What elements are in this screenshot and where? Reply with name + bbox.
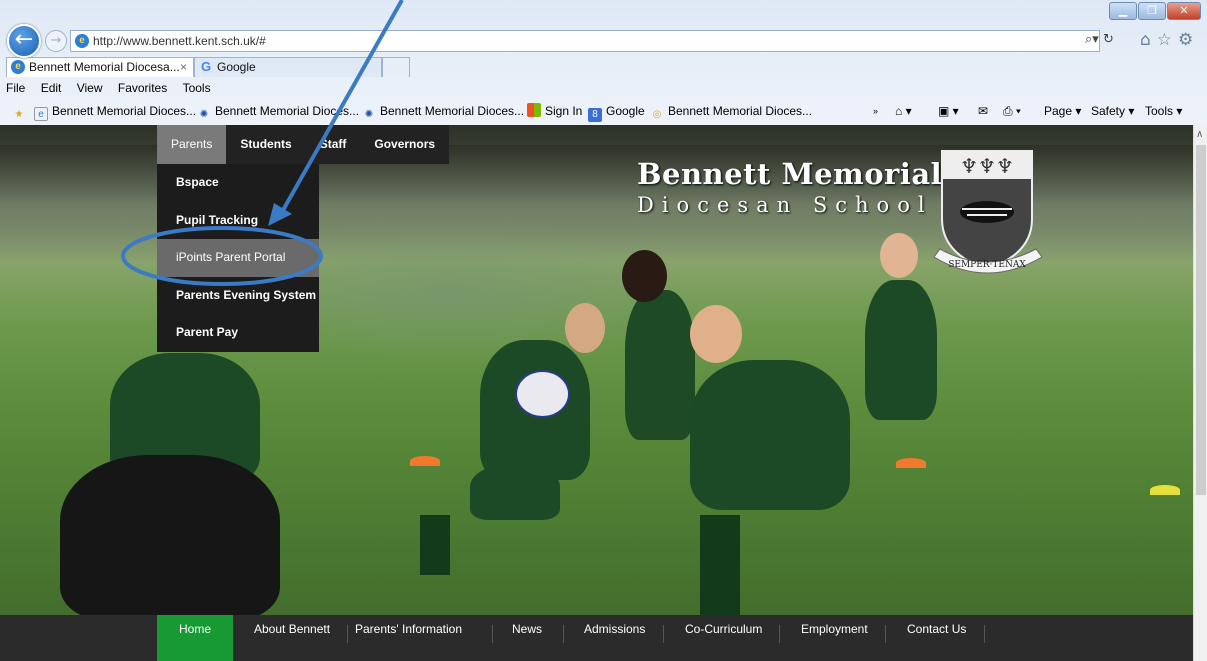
back-button[interactable]: ← [7,24,41,58]
school-crest-logo: ♆♆♆ SEMPER·TENAX [933,150,1043,274]
parents-dropdown: Bspace Pupil Tracking iPoints Parent Por… [157,164,319,352]
ie-tab-icon: e [11,60,25,74]
favorite-link-1[interactable]: e Bennett Memorial Dioces... [34,100,196,122]
main-nav: Parents Students Staff Governors [157,125,450,164]
page-scrollbar[interactable]: ∧ [1193,125,1207,661]
favorite-google[interactable]: 8 Google [588,100,645,122]
scroll-up-icon[interactable]: ∧ [1196,129,1203,140]
favorite-sign-in[interactable]: Sign In [527,100,582,122]
footer-nav: Home About Bennett Parents' Information … [0,615,1193,661]
school-name: Bennett Memorial Diocesan School [637,157,942,217]
gear-icon[interactable]: ⚙ [1178,30,1199,50]
ie-page-icon: e [75,34,89,48]
favorites-star-icon[interactable]: ☆ [1157,30,1178,50]
feeds-icon[interactable]: ▣ ▾ [938,100,959,122]
dropdown-item-ipoints[interactable]: iPoints Parent Portal [157,239,319,277]
footer-home[interactable]: Home [157,615,233,661]
menu-tools[interactable]: Tools [183,81,211,95]
tab-google[interactable]: G Google [194,57,382,77]
dropdown-item-pupil-tracking[interactable]: Pupil Tracking [157,202,319,240]
nav-parents[interactable]: Parents [157,125,227,164]
address-bar[interactable]: e http://www.bennett.kent.sch.uk/# [70,30,1100,52]
school-name-line2: Diocesan School [637,193,933,217]
menu-view[interactable]: View [77,81,103,95]
close-tab-icon[interactable]: × [180,58,187,77]
favorite-link-2[interactable]: ✺ Bennett Memorial Dioces... [197,100,359,122]
favorite-link-6[interactable]: ◎ Bennett Memorial Dioces... [650,100,812,122]
menu-favorites[interactable]: Favorites [118,81,167,95]
browser-window: ▁ ❐ ✕ ← → e http://www.bennett.kent.sch.… [0,0,1207,661]
web-page: Bennett Memorial Diocesan School ♆♆♆ SEM… [0,125,1207,661]
mail-icon[interactable]: ✉ [978,100,988,122]
rugby-ball [515,370,570,418]
footer-news[interactable]: News [512,615,542,661]
favorites-bar: ★ e Bennett Memorial Dioces... ✺ Bennett M… [0,100,1207,124]
minimize-button[interactable]: ▁ [1109,2,1137,20]
google-icon: G [200,59,212,74]
page-menu[interactable]: Page ▾ [1044,100,1081,122]
refresh-icon[interactable]: ↻ [1103,32,1114,47]
new-tab-button[interactable] [382,57,410,77]
dropdown-item-parents-evening[interactable]: Parents Evening System [157,277,319,315]
svg-text:♆♆♆: ♆♆♆ [960,154,1014,178]
home-command-icon[interactable]: ⌂ ▾ [895,100,912,122]
chevron-overflow-icon[interactable]: » [873,100,878,122]
scrollbar-thumb[interactable] [1196,145,1206,495]
tab-row: e Bennett Memorial Diocesa... × G Google [0,57,1207,77]
tab-bennett[interactable]: e Bennett Memorial Diocesa... × [6,57,194,77]
dropdown-item-parent-pay[interactable]: Parent Pay [157,314,319,352]
footer-co-curriculum[interactable]: Co-Curriculum [685,615,762,661]
svg-text:SEMPER·TENAX: SEMPER·TENAX [948,260,1026,270]
window-controls: ▁ ❐ ✕ [1109,2,1201,20]
footer-employment[interactable]: Employment [801,615,868,661]
tab-label: Google [217,60,256,74]
search-icon[interactable]: ⌕▾ [1085,32,1099,47]
footer-contact[interactable]: Contact Us [907,615,966,661]
home-icon[interactable]: ⌂ [1140,30,1157,50]
nav-governors[interactable]: Governors [360,125,450,164]
footer-admissions[interactable]: Admissions [584,615,645,661]
safety-menu[interactable]: Safety ▾ [1091,100,1134,122]
maximize-button[interactable]: ❐ [1138,2,1166,20]
favorites-star-add-icon[interactable]: ★ [10,100,32,122]
school-name-line1: Bennett Memorial [637,157,943,191]
address-url: http://www.bennett.kent.sch.uk/# [93,34,266,48]
tools-menu[interactable]: Tools ▾ [1145,100,1182,122]
dropdown-item-bspace[interactable]: Bspace [157,164,319,202]
footer-parents-info[interactable]: Parents' Information [355,615,462,661]
address-tools: ⌕▾ ↻ [1085,32,1114,47]
toolbar-icons: ⌂☆⚙ [1140,30,1199,50]
nav-staff[interactable]: Staff [305,125,361,164]
nav-students[interactable]: Students [226,125,306,164]
tab-label: Bennett Memorial Diocesa... [29,60,180,74]
browser-chrome: ▁ ❐ ✕ ← → e http://www.bennett.kent.sch.… [0,0,1207,125]
navigation-row: ← → e http://www.bennett.kent.sch.uk/# ⌕… [0,24,1207,58]
menu-edit[interactable]: Edit [41,81,62,95]
print-icon[interactable]: ⎙ ▾ [1003,100,1021,122]
favorite-link-3[interactable]: ✺ Bennett Memorial Dioces... [362,100,524,122]
close-window-button[interactable]: ✕ [1167,2,1201,20]
menu-file[interactable]: File [6,81,25,95]
menu-bar: File Edit View Favorites Tools [0,79,1207,97]
forward-button[interactable]: → [45,30,67,52]
footer-about[interactable]: About Bennett [254,615,330,661]
